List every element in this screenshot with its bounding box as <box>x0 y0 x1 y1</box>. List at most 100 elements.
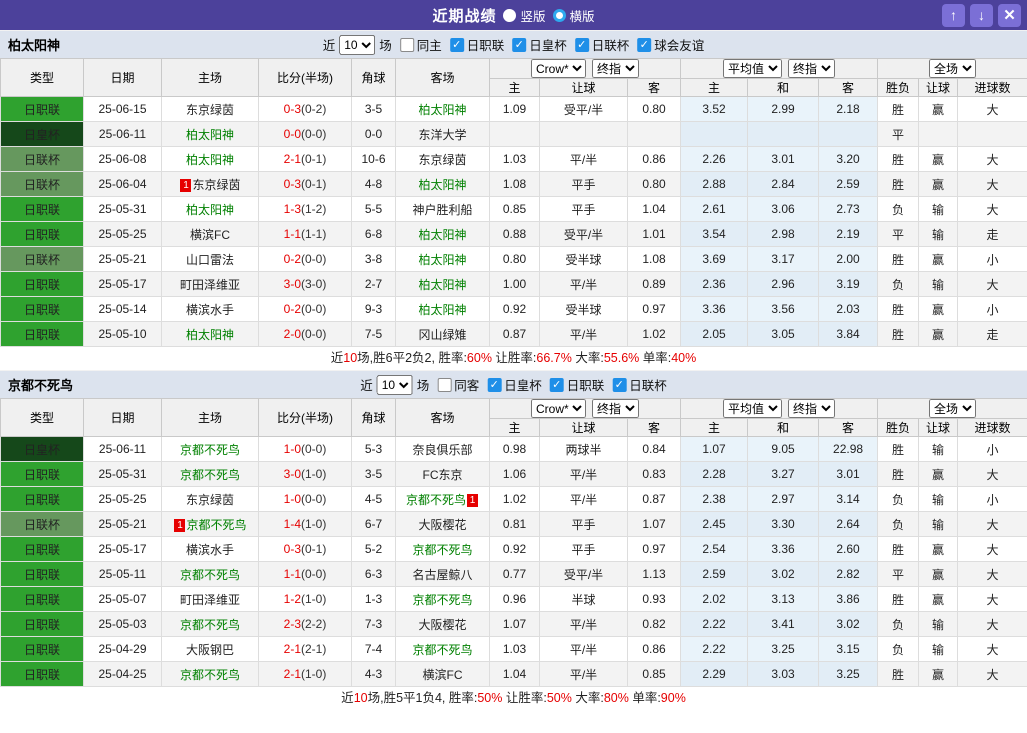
asia-handicap: 平/半 <box>539 146 628 172</box>
goals-result: 走 <box>957 221 1027 247</box>
radio-selected-icon[interactable] <box>552 8 566 22</box>
layout-horizontal-radio[interactable]: 横版 <box>552 6 595 25</box>
asia-home-odds: 1.03 <box>489 636 540 662</box>
match-row: 日职联 25-06-15 东京绿茵 0-3(0-2) 3-5 柏太阳神 1.09 受平/半 0.… <box>0 96 1027 122</box>
same-venue-label[interactable]: 同客 <box>454 375 479 394</box>
asia-away-odds: 1.04 <box>626 196 682 222</box>
winlose-result: 胜 <box>877 296 920 322</box>
same-venue-checkbox[interactable] <box>399 37 414 52</box>
league-checkbox[interactable]: ✓ <box>637 37 652 52</box>
match-row: 日职联 25-04-25 京都不死鸟 2-1(1-0) 4-3 横滨FC 1.04 平/半 0.… <box>0 661 1027 687</box>
summary-text: 50% <box>477 691 503 705</box>
league-checkbox[interactable]: ✓ <box>449 37 464 52</box>
asia-away-odds: 0.93 <box>626 586 682 612</box>
euro-home-odds: 2.61 <box>680 196 749 222</box>
league-type-cell: 日职联 <box>0 661 84 687</box>
team-link: 东京绿茵 <box>185 102 234 117</box>
away-team-cell: 横滨FC <box>395 661 490 687</box>
euro-away-odds: 2.00 <box>818 246 879 272</box>
bookmaker-select[interactable]: Crow* <box>531 59 586 78</box>
asia-home-odds <box>489 121 540 147</box>
summary-text: 80% <box>603 691 629 705</box>
match-count-select[interactable]: 10 <box>339 34 376 55</box>
corners-cell: 5-3 <box>351 436 396 462</box>
subcol-header: 客 <box>818 418 879 437</box>
match-count-select[interactable]: 10 <box>376 374 413 395</box>
asia-time-select[interactable]: 终指 <box>592 399 639 418</box>
league-label[interactable]: 日皇杯 <box>504 375 542 394</box>
team-name: 京都不死鸟 <box>8 378 74 393</box>
asia-home-odds: 1.09 <box>489 96 540 122</box>
same-venue-label[interactable]: 同主 <box>417 35 442 54</box>
euro-away-odds: 2.64 <box>818 511 879 537</box>
asia-handicap: 平/半 <box>539 636 628 662</box>
subcol-header: 让球 <box>539 78 628 97</box>
league-label[interactable]: 日联杯 <box>629 375 667 394</box>
summary-row: 近10场,胜5平1负4, 胜率:50% 让胜率:50% 大率:80% 单率:90… <box>0 687 1027 710</box>
match-row: 日联杯 25-06-08 柏太阳神 2-1(0-1) 10-6 东京绿茵 1.03 平/半 0.… <box>0 146 1027 172</box>
asia-handicap: 受平/半 <box>539 561 628 587</box>
league-label[interactable]: 日联杯 <box>592 35 630 54</box>
league-label[interactable]: 日皇杯 <box>529 35 567 54</box>
winlose-result: 胜 <box>877 171 920 197</box>
average-select[interactable]: 平均值 <box>723 399 783 418</box>
europe-time-select[interactable]: 终指 <box>788 399 836 418</box>
score-cell: 0-3(0-1) <box>258 536 352 562</box>
league-checkbox[interactable]: ✓ <box>549 377 564 392</box>
asia-handicap: 受平/半 <box>539 221 628 247</box>
asia-handicap: 平手 <box>539 536 628 562</box>
corners-cell: 5-5 <box>351 196 396 222</box>
league-checkbox[interactable]: ✓ <box>487 377 502 392</box>
league-checkbox[interactable]: ✓ <box>512 37 527 52</box>
team-link: 京都不死鸟 <box>179 467 240 482</box>
league-checkbox[interactable]: ✓ <box>574 37 589 52</box>
summary-text: 大率: <box>571 691 604 705</box>
euro-home-odds: 2.36 <box>680 271 749 297</box>
asia-home-odds: 0.98 <box>489 436 540 462</box>
same-venue-checkbox[interactable] <box>437 377 452 392</box>
league-label[interactable]: 日职联 <box>567 375 605 394</box>
close-button[interactable]: ✕ <box>998 4 1021 27</box>
layout-vertical-radio[interactable]: 竖版 <box>503 6 546 25</box>
away-team-cell: 柏太阳神 <box>395 271 490 297</box>
league-checkbox[interactable]: ✓ <box>612 377 627 392</box>
radio-label[interactable]: 横版 <box>570 6 595 25</box>
asia-away-odds: 0.80 <box>626 96 682 122</box>
team-link: 横滨FC <box>422 667 463 682</box>
fulltime-select[interactable]: 全场 <box>929 399 977 418</box>
fulltime-select[interactable]: 全场 <box>929 59 977 78</box>
summary-text: 大率: <box>571 351 604 365</box>
euro-draw-odds: 3.05 <box>747 321 820 347</box>
score-cell: 1-1(1-1) <box>258 221 352 247</box>
handicap-result: 输 <box>918 221 959 247</box>
average-select[interactable]: 平均值 <box>723 59 783 78</box>
scroll-up-button[interactable]: ↑ <box>942 4 965 27</box>
europe-time-select[interactable]: 终指 <box>788 59 836 78</box>
bookmaker-select[interactable]: Crow* <box>531 399 586 418</box>
date-cell: 25-05-03 <box>83 611 162 637</box>
league-label[interactable]: 日职联 <box>467 35 505 54</box>
summary-text: 场,胜6平2负2, 胜率: <box>357 351 467 365</box>
euro-away-odds: 2.82 <box>818 561 879 587</box>
asia-home-odds: 0.96 <box>489 586 540 612</box>
section-bar: 京都不死鸟 近 10 场同客 ✓ 日皇杯 ✓ 日职联 ✓ 日联杯 <box>0 370 1027 398</box>
away-team-cell: 大阪樱花 <box>395 611 490 637</box>
home-team-cell: 町田泽维亚 <box>161 586 259 612</box>
corners-cell: 4-8 <box>351 171 396 197</box>
radio-label[interactable]: 竖版 <box>520 6 545 25</box>
league-label[interactable]: 球会友谊 <box>654 35 704 54</box>
radio-icon[interactable] <box>503 8 517 22</box>
date-cell: 25-05-17 <box>83 536 162 562</box>
asia-handicap: 受半球 <box>539 246 628 272</box>
euro-away-odds: 3.14 <box>818 486 879 512</box>
summary-text: 55.6% <box>603 351 640 365</box>
score-cell: 1-0(0-0) <box>258 436 352 462</box>
col-header: 类型 <box>0 398 84 437</box>
winlose-result: 胜 <box>877 246 920 272</box>
asia-time-select[interactable]: 终指 <box>592 59 639 78</box>
goals-result: 小 <box>957 246 1027 272</box>
scroll-down-button[interactable]: ↓ <box>970 4 993 27</box>
team-link: 大阪钢巴 <box>185 642 234 657</box>
away-team-cell: 东洋大学 <box>395 121 490 147</box>
goals-result: 大 <box>957 636 1027 662</box>
